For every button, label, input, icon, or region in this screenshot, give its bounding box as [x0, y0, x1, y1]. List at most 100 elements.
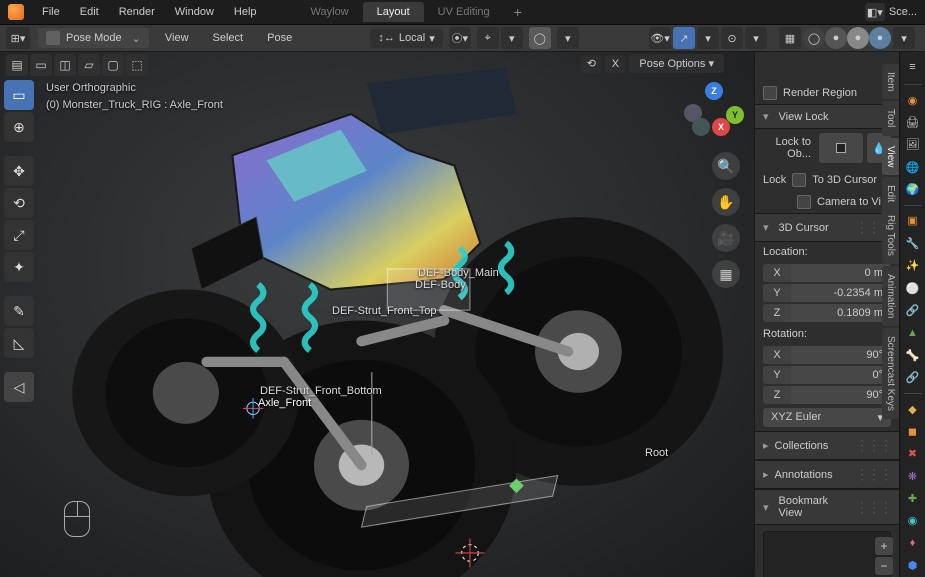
panel-bookmark-view[interactable]: Bookmark View⋮⋮⋮	[755, 489, 899, 525]
proportional-edit-toggle[interactable]: ◯	[529, 27, 551, 49]
props-render-tab[interactable]: ◉	[904, 92, 922, 108]
vtab-rig-tools[interactable]: Rig Tools	[882, 207, 899, 264]
rot-y-field[interactable]: Y0°	[763, 366, 891, 384]
props-modifier-tab[interactable]: 🔧	[904, 235, 922, 251]
bone-label-strut-top: DEF-Strut_Front_Top	[332, 305, 437, 317]
vtab-edit[interactable]: Edit	[882, 177, 899, 210]
header-select-menu[interactable]: Select	[205, 28, 252, 48]
menu-render[interactable]: Render	[109, 2, 165, 22]
rot-z-field[interactable]: Z90°	[763, 386, 891, 404]
overlay-dropdown[interactable]: ▾	[745, 27, 767, 49]
vtab-screencast[interactable]: Screencast Keys	[882, 328, 899, 419]
gizmo-neg-axis-b[interactable]	[692, 118, 710, 136]
nav-pan[interactable]: ✋	[712, 188, 740, 216]
blender-logo-icon[interactable]	[8, 4, 24, 20]
nav-gizmo[interactable]: Z Y X	[684, 82, 744, 142]
to-3d-cursor-label: To 3D Cursor	[812, 174, 891, 186]
menu-edit[interactable]: Edit	[70, 2, 109, 22]
loc-y-field[interactable]: Y-0.2354 m	[763, 284, 891, 302]
props-extra-h[interactable]: ⬢	[904, 558, 922, 574]
mode-dropdown[interactable]: Pose Mode	[38, 28, 149, 48]
overlay-toggle[interactable]: ⊙	[721, 27, 743, 49]
gizmo-y-axis[interactable]: Y	[726, 106, 744, 124]
workspace-tab-layout[interactable]: Layout	[363, 2, 424, 22]
lock-object-field[interactable]	[819, 133, 863, 163]
shading-wireframe[interactable]: ◯	[803, 27, 825, 49]
snap-toggle[interactable]: ⌖	[477, 27, 499, 49]
loc-x-field[interactable]: X0 m	[763, 264, 891, 282]
props-extra-b[interactable]: ◼	[904, 423, 922, 439]
render-region-row[interactable]: Render Region	[755, 82, 899, 104]
nav-perspective[interactable]: ▦	[712, 260, 740, 288]
vtab-item[interactable]: Item	[882, 64, 899, 99]
bone-label-axle: Axle_Front	[258, 397, 311, 409]
props-physics-tab[interactable]: ⚪	[904, 280, 922, 296]
xray-toggle[interactable]: ▦	[779, 27, 801, 49]
nav-camera[interactable]: 🎥	[712, 224, 740, 252]
panel-annotations[interactable]: ▸ Annotations⋮⋮⋮	[755, 460, 899, 489]
props-viewlayer-tab[interactable]: 🖼	[904, 137, 922, 153]
bookmark-list[interactable]	[763, 531, 891, 577]
shading-solid[interactable]: ●	[825, 27, 847, 49]
menu-file[interactable]: File	[32, 2, 70, 22]
props-extra-f[interactable]: ◉	[904, 513, 922, 529]
shading-rendered[interactable]: ●	[869, 27, 891, 49]
add-workspace-button[interactable]: +	[504, 4, 532, 20]
panel-collections[interactable]: ▸ Collections⋮⋮⋮	[755, 431, 899, 460]
panel-3d-cursor[interactable]: 3D Cursor⋮⋮⋮	[755, 213, 899, 242]
snap-dropdown[interactable]: ▾	[501, 27, 523, 49]
camera-to-view-checkbox[interactable]	[797, 195, 811, 209]
props-object-tab[interactable]: ▣	[904, 213, 922, 229]
gizmo-toggle[interactable]: ↗	[673, 27, 695, 49]
props-output-tab[interactable]: 🖨	[904, 114, 922, 130]
props-world-tab[interactable]: 🌍	[904, 182, 922, 198]
props-bone-constraint-tab[interactable]: 🔗	[904, 370, 922, 386]
rot-x-field[interactable]: X90°	[763, 346, 891, 364]
orientation-dropdown[interactable]: ↕↔ Local ▾	[370, 29, 442, 48]
shading-dropdown[interactable]: ▾	[893, 27, 915, 49]
menu-window[interactable]: Window	[165, 2, 224, 22]
props-extra-d[interactable]: ❋	[904, 468, 922, 484]
visibility-dropdown[interactable]: 👁▾	[649, 27, 671, 49]
props-extra-a[interactable]: ◆	[904, 401, 922, 417]
rotation-mode-dropdown[interactable]: XYZ Euler▾	[763, 408, 891, 427]
proportional-falloff-dropdown[interactable]: ▾	[557, 27, 579, 49]
location-label: Location:	[763, 246, 808, 258]
scene-label: Sce...	[889, 6, 917, 18]
props-scene-tab[interactable]: 🌐	[904, 159, 922, 175]
header-pose-menu[interactable]: Pose	[259, 28, 300, 48]
header-view-menu[interactable]: View	[157, 28, 197, 48]
bookmark-remove-button[interactable]: −	[875, 557, 893, 575]
loc-z-field[interactable]: Z0.1809 m	[763, 304, 891, 322]
menu-help[interactable]: Help	[224, 2, 267, 22]
props-constraint-tab[interactable]: 🔗	[904, 302, 922, 318]
vtab-animation[interactable]: Animation	[882, 266, 899, 326]
gizmo-z-axis[interactable]: Z	[705, 82, 723, 100]
gizmo-dropdown[interactable]: ▾	[697, 27, 719, 49]
props-particle-tab[interactable]: ✨	[904, 258, 922, 274]
props-bone-tab[interactable]: 🦴	[904, 347, 922, 363]
bookmark-add-button[interactable]: +	[875, 537, 893, 555]
shading-matprev[interactable]: ●	[847, 27, 869, 49]
props-data-tab[interactable]: ▲	[904, 325, 922, 341]
vtab-view[interactable]: View	[882, 138, 899, 176]
props-extra-g[interactable]: ♦	[904, 535, 922, 551]
pivot-dropdown[interactable]: ⦿▾	[449, 27, 471, 49]
nav-zoom[interactable]: 🔍	[712, 152, 740, 180]
lock-label: Lock	[763, 174, 786, 186]
bone-label-root: Root	[645, 447, 668, 459]
3d-viewport[interactable]: ▤ ▭ ◫ ▱ ▢ ⬚ ⟲ X Pose Options ▾ User Orth…	[0, 52, 754, 577]
render-region-checkbox[interactable]	[763, 86, 777, 100]
vtab-tool[interactable]: Tool	[882, 101, 899, 135]
gizmo-x-axis[interactable]: X	[712, 118, 730, 136]
workspace-tab-uv[interactable]: UV Editing	[424, 2, 504, 22]
props-header-icon[interactable]: ≡	[904, 57, 922, 77]
workspace-tab-waylow[interactable]: Waylow	[297, 2, 363, 22]
to-3d-cursor-checkbox[interactable]	[792, 173, 806, 187]
editor-type-dropdown[interactable]: ⊞▾	[6, 27, 30, 49]
scene-dropdown-icon[interactable]: ◧▾	[865, 3, 885, 21]
panel-view-lock[interactable]: View Lock	[755, 104, 899, 129]
props-extra-c[interactable]: ✖	[904, 446, 922, 462]
props-extra-e[interactable]: ✚	[904, 490, 922, 506]
object-cube-icon	[836, 143, 846, 153]
